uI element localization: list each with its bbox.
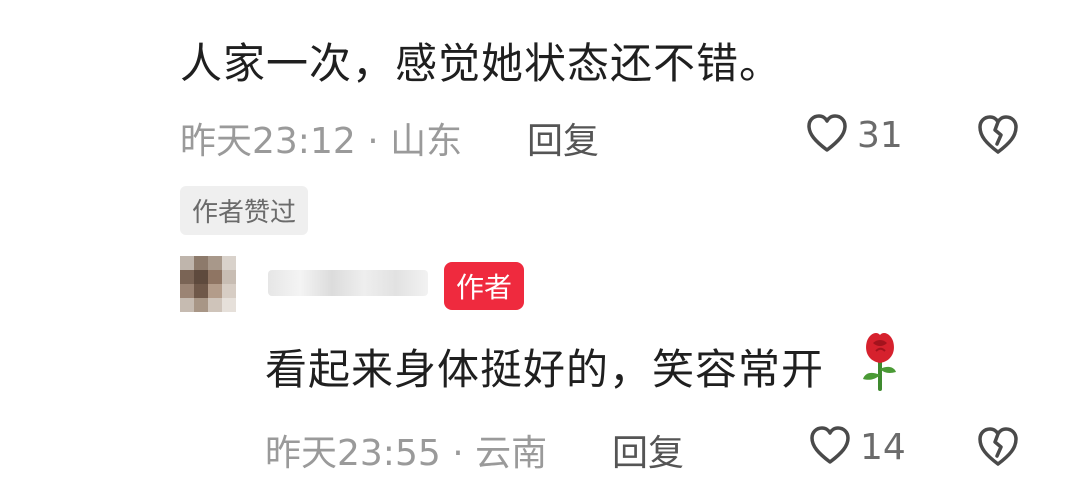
like-button[interactable]: 14 [808, 424, 906, 470]
rose-icon [855, 325, 905, 399]
avatar[interactable] [180, 256, 236, 312]
comment-text: 人家一次，感觉她状态还不错。 [180, 39, 783, 88]
reply-text: 看起来身体挺好的，笑容常开 [265, 345, 825, 394]
broken-heart-icon [975, 424, 1021, 472]
like-count: 14 [860, 426, 906, 468]
reply-meta: 昨天23:55 · 云南 [265, 433, 548, 474]
dislike-button[interactable] [975, 112, 1021, 160]
broken-heart-icon [975, 112, 1021, 160]
dislike-button[interactable] [975, 424, 1021, 472]
reply-button[interactable]: 回复 [612, 424, 684, 476]
comment-meta: 昨天23:12 · 山东 [180, 121, 463, 162]
like-count: 31 [857, 114, 903, 156]
reply-button[interactable]: 回复 [527, 112, 599, 164]
like-button[interactable]: 31 [805, 112, 903, 158]
heart-outline-icon [808, 424, 852, 470]
heart-outline-icon [805, 112, 849, 158]
author-name[interactable] [268, 270, 428, 296]
author-liked-badge: 作者赞过 [180, 186, 309, 235]
author-badge: 作者 [444, 262, 525, 310]
